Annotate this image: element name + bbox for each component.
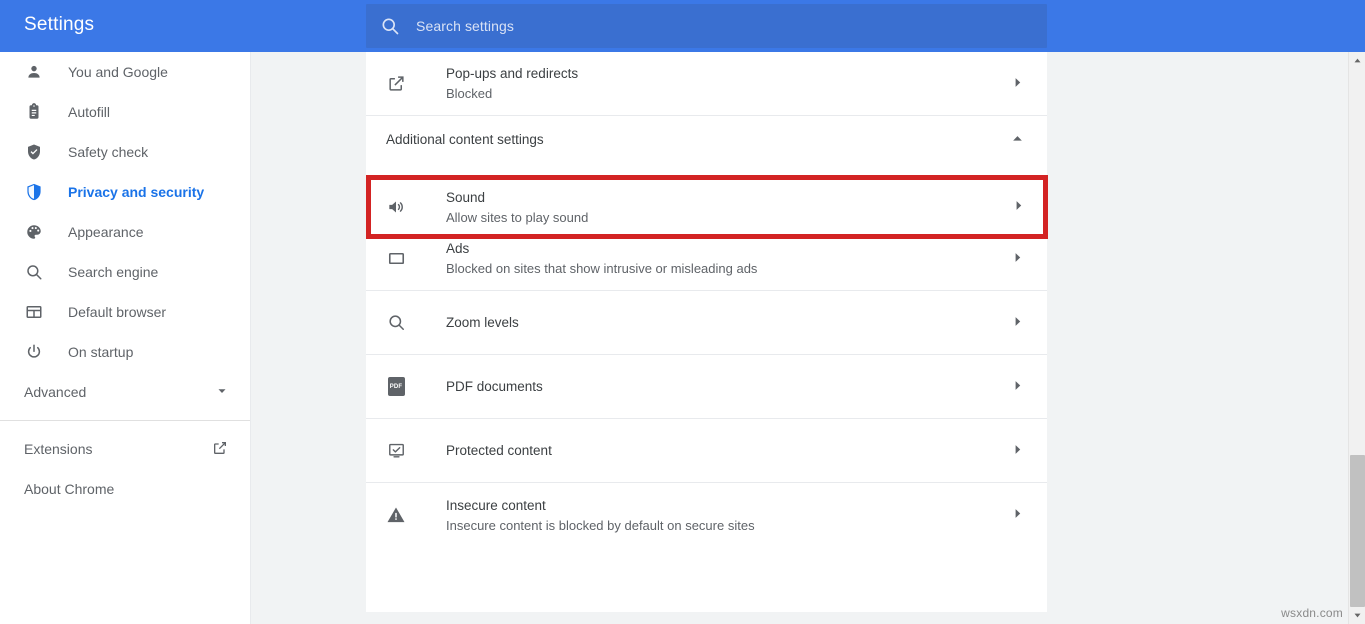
sidebar-divider (0, 420, 250, 421)
chevron-right-icon (1011, 251, 1027, 267)
setting-row-title: PDF documents (446, 377, 1011, 396)
sidebar-item-label: Privacy and security (68, 184, 204, 200)
browser-window-icon (24, 302, 44, 322)
setting-row-zoom-levels[interactable]: Zoom levels (366, 291, 1047, 355)
chevron-right-icon (1011, 379, 1027, 395)
sidebar-item-label: Extensions (24, 441, 212, 457)
content-settings-card: Pop-ups and redirects Blocked Additional… (366, 52, 1047, 612)
page-background-left (251, 52, 366, 624)
shield-check-icon (24, 142, 44, 162)
search-icon (380, 16, 400, 36)
sidebar-item-appearance[interactable]: Appearance (0, 212, 250, 252)
sidebar-item-label: You and Google (68, 64, 168, 80)
sidebar-item-on-startup[interactable]: On startup (0, 332, 250, 372)
sidebar-item-you-and-google[interactable]: You and Google (0, 52, 250, 92)
setting-row-title: Ads (446, 239, 1011, 258)
sidebar: You and Google Autofill Safety check (0, 52, 251, 624)
sidebar-item-safety-check[interactable]: Safety check (0, 132, 250, 172)
page-title: Settings (24, 14, 94, 36)
palette-icon (24, 222, 44, 242)
sidebar-item-label: On startup (68, 344, 133, 360)
setting-row-subtitle: Blocked on sites that show intrusive or … (446, 259, 1011, 278)
setting-row-title: Pop-ups and redirects (446, 64, 1011, 83)
search-settings-box[interactable]: Search settings (366, 4, 1047, 48)
sidebar-item-label: Appearance (68, 224, 144, 240)
setting-row-additional-content-settings[interactable]: Additional content settings (366, 116, 1047, 163)
sidebar-item-autofill[interactable]: Autofill (0, 92, 250, 132)
speaker-icon (386, 197, 406, 217)
power-icon (24, 342, 44, 362)
scrollbar-down-arrow[interactable] (1349, 607, 1365, 624)
chevron-up-icon (1011, 132, 1027, 148)
pdf-icon: PDF (386, 377, 406, 397)
setting-row-title: Additional content settings (386, 130, 1011, 149)
setting-row-pdf-documents[interactable]: PDF PDF documents (366, 355, 1047, 419)
sidebar-advanced-label: Advanced (24, 384, 216, 400)
page-background-right (1047, 52, 1348, 624)
protected-content-icon (386, 441, 406, 461)
sidebar-item-label: Safety check (68, 144, 148, 160)
sidebar-item-extensions[interactable]: Extensions (0, 429, 250, 469)
chevron-right-icon (1012, 199, 1028, 215)
clipboard-icon (24, 102, 44, 122)
sidebar-item-label: Default browser (68, 304, 166, 320)
setting-row-title: Insecure content (446, 496, 1011, 515)
search-input-placeholder[interactable]: Search settings (416, 18, 514, 34)
setting-row-popups-and-redirects[interactable]: Pop-ups and redirects Blocked (366, 52, 1047, 116)
top-bar: Settings Search settings (0, 0, 1365, 52)
warning-triangle-icon (386, 505, 406, 525)
setting-row-title: Protected content (446, 441, 1011, 460)
scrollbar-thumb[interactable] (1350, 455, 1365, 607)
ads-rectangle-icon (386, 249, 406, 269)
setting-row-subtitle: Blocked (446, 84, 1011, 103)
sidebar-item-privacy-and-security[interactable]: Privacy and security (0, 172, 250, 212)
setting-row-subtitle: Insecure content is blocked by default o… (446, 516, 1011, 535)
vertical-scrollbar[interactable] (1348, 52, 1365, 624)
setting-row-protected-content[interactable]: Protected content (366, 419, 1047, 483)
chevron-right-icon (1011, 507, 1027, 523)
sidebar-item-search-engine[interactable]: Search engine (0, 252, 250, 292)
setting-row-title: Zoom levels (446, 313, 1011, 332)
search-icon (386, 313, 406, 333)
sidebar-item-label: About Chrome (24, 481, 228, 497)
chevron-right-icon (1011, 76, 1027, 92)
setting-row-title: Sound (446, 188, 1012, 207)
chevron-down-icon (216, 384, 228, 400)
chevron-right-icon (1011, 315, 1027, 331)
watermark: wsxdn.com (1281, 606, 1343, 620)
sidebar-item-label: Search engine (68, 264, 158, 280)
pdf-badge-text: PDF (388, 377, 405, 396)
sidebar-item-advanced[interactable]: Advanced (0, 372, 250, 412)
setting-row-sound[interactable]: Sound Allow sites to play sound (366, 175, 1048, 239)
shield-icon (24, 182, 44, 202)
external-link-icon (386, 74, 406, 94)
search-icon (24, 262, 44, 282)
sidebar-item-default-browser[interactable]: Default browser (0, 292, 250, 332)
sidebar-item-about-chrome[interactable]: About Chrome (0, 469, 250, 509)
setting-row-subtitle: Allow sites to play sound (446, 208, 1012, 227)
person-icon (24, 62, 44, 82)
scrollbar-up-arrow[interactable] (1349, 52, 1365, 69)
chevron-right-icon (1011, 443, 1027, 459)
setting-row-insecure-content[interactable]: Insecure content Insecure content is blo… (366, 483, 1047, 547)
sidebar-item-label: Autofill (68, 104, 110, 120)
external-link-icon (212, 440, 228, 459)
